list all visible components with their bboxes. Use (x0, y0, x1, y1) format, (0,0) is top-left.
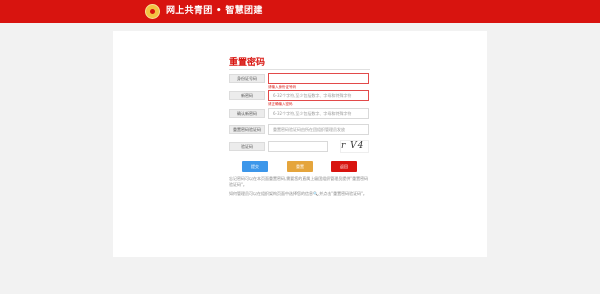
new-password-input[interactable]: 6-32个字符,至少包括数字、字母和特殊字符 (268, 90, 369, 101)
reset-code-label: 重置密码验证码 (229, 125, 265, 134)
id-number-label: 身份证号码 (229, 74, 265, 83)
captcha-label: 验证码 (229, 142, 265, 151)
new-password-label: 新密码 (229, 91, 265, 100)
confirm-password-label: 确认新密码 (229, 109, 265, 118)
page-title: 重置密码 (229, 58, 266, 68)
reset-code-input[interactable]: 重置密码验证码由所在团组织管理员发放 (268, 124, 369, 135)
help-note-1: 忘记密码可以在本页面重置密码,需要您的直属上级团组织管理员提供"重置密码验证码"… (229, 176, 369, 187)
site-title: 网上共青团 • 智慧团建 (166, 6, 263, 16)
back-button[interactable]: 返回 (331, 161, 357, 172)
title-divider (229, 69, 370, 70)
id-number-input[interactable] (268, 73, 369, 84)
captcha-image[interactable]: r V4 3 (340, 140, 369, 153)
reset-button[interactable]: 重置 (287, 161, 313, 172)
captcha-input[interactable] (268, 141, 328, 152)
confirm-password-input[interactable]: 6-32个字符,至少包括数字、字母和特殊字符 (268, 108, 369, 119)
submit-button[interactable]: 提交 (242, 161, 268, 172)
new-password-hint: 请正确输入密码 (268, 102, 293, 106)
league-emblem-icon (145, 4, 160, 19)
site-header: 网上共青团 • 智慧团建 (0, 0, 600, 23)
help-note-2: 如何管理员可以在组织架构页面中选择您的信息🔍,并点击"重置密码验证码"。 (229, 191, 367, 196)
